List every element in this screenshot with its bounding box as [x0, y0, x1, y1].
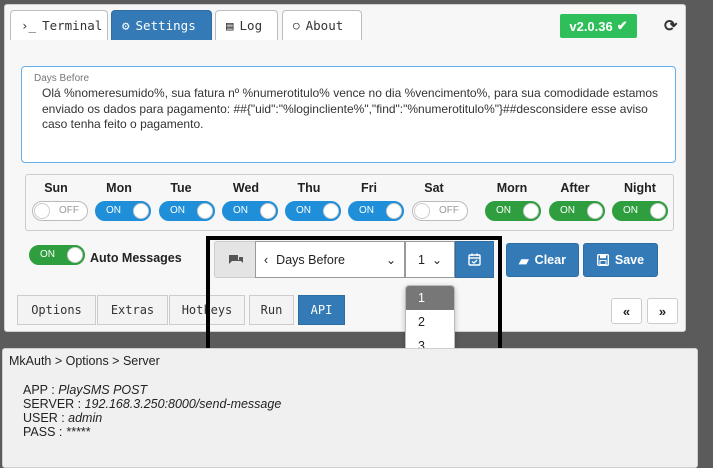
- toggle-after[interactable]: ON: [549, 201, 605, 221]
- period-label-after: After: [560, 181, 590, 195]
- app-row: APP : PlaySMS POST: [23, 383, 147, 398]
- tab-terminal-label: Terminal: [42, 18, 103, 33]
- comment-icon: ○: [293, 19, 300, 32]
- day-label-thu: Thu: [297, 181, 321, 195]
- tab-settings-label: Settings: [135, 18, 196, 33]
- toggle-knob: [323, 203, 339, 219]
- toggle-thu-state: ON: [296, 205, 311, 216]
- day-label-fri: Fri: [361, 181, 377, 195]
- message-textarea[interactable]: Days Before Olá %nomeresumido%, sua fatu…: [21, 66, 676, 163]
- save-label: Save: [614, 253, 645, 267]
- version-label: v2.0.36: [569, 18, 613, 34]
- toggle-knob: [650, 203, 666, 219]
- toggle-knob: [67, 247, 83, 263]
- toggle-knob: [133, 203, 149, 219]
- server-row: SERVER : 192.168.3.250:8000/send-message: [23, 397, 281, 412]
- terminal-icon: ›_: [21, 18, 37, 33]
- day-label-tue: Tue: [170, 181, 192, 195]
- toggle-knob: [197, 203, 213, 219]
- message-text: Olá %nomeresumido%, sua fatura nº %numer…: [42, 86, 659, 131]
- list-icon: ▤: [226, 18, 234, 33]
- toggle-morn[interactable]: ON: [485, 201, 541, 221]
- period-label-night: Night: [624, 181, 656, 195]
- toggle-wed[interactable]: ON: [222, 201, 278, 221]
- tab-about[interactable]: ○ About: [282, 10, 362, 40]
- app-key: APP :: [23, 383, 59, 397]
- eraser-icon: ▰: [519, 253, 529, 268]
- tab-options[interactable]: Options: [17, 295, 96, 325]
- tab-about-label: About: [305, 18, 344, 33]
- toggle-knob: [386, 203, 402, 219]
- toggle-night[interactable]: ON: [612, 201, 668, 221]
- toggle-wed-state: ON: [233, 205, 248, 216]
- toggle-sun[interactable]: OFF: [32, 201, 88, 221]
- toggle-thu[interactable]: ON: [285, 201, 341, 221]
- save-icon: [596, 254, 609, 266]
- tab-extras[interactable]: Extras: [97, 295, 168, 325]
- day-label-sat: Sat: [424, 181, 444, 195]
- toggle-knob: [414, 203, 430, 219]
- toggle-tue[interactable]: ON: [159, 201, 215, 221]
- breadcrumb: MkAuth > Options > Server: [9, 354, 160, 368]
- check-icon: ✔: [616, 18, 628, 33]
- server-value: 192.168.3.250:8000/send-message: [84, 397, 282, 411]
- toggle-knob: [260, 203, 276, 219]
- toggle-sat[interactable]: OFF: [412, 201, 468, 221]
- period-label-morn: Morn: [496, 181, 528, 195]
- day-label-sun: Sun: [44, 181, 68, 195]
- user-key: USER :: [23, 411, 69, 425]
- clear-button[interactable]: ▰ Clear: [506, 243, 579, 277]
- user-value: admin: [68, 411, 103, 425]
- auto-messages-state: ON: [40, 249, 55, 260]
- tab-settings[interactable]: ⚙ Settings: [111, 10, 212, 40]
- auto-messages-label: Auto Messages: [90, 251, 182, 265]
- auto-messages-toggle[interactable]: ON: [29, 245, 85, 265]
- toggle-mon[interactable]: ON: [95, 201, 151, 221]
- toggle-after-state: ON: [560, 205, 575, 216]
- clear-label: Clear: [534, 253, 566, 267]
- version-badge[interactable]: v2.0.36 ✔: [560, 14, 637, 38]
- app-value: PlaySMS POST: [58, 383, 148, 397]
- prev-page-button[interactable]: «: [611, 298, 642, 324]
- toggle-sun-state: OFF: [59, 205, 79, 216]
- day-label-mon: Mon: [106, 181, 132, 195]
- message-label: Days Before: [34, 73, 90, 84]
- pass-value: *****: [65, 425, 91, 439]
- toggle-night-state: ON: [623, 205, 638, 216]
- toggle-morn-state: ON: [496, 205, 511, 216]
- save-button[interactable]: Save: [583, 243, 658, 277]
- toggle-fri[interactable]: ON: [348, 201, 404, 221]
- toggle-knob: [34, 203, 50, 219]
- toggle-fri-state: ON: [359, 205, 374, 216]
- toggle-knob: [587, 203, 603, 219]
- cogs-icon: ⚙: [122, 18, 130, 33]
- refresh-icon[interactable]: ⟳: [664, 16, 677, 36]
- user-row: USER : admin: [23, 411, 102, 426]
- tab-log-label: Log: [239, 18, 263, 33]
- toggle-mon-state: ON: [106, 205, 121, 216]
- server-key: SERVER :: [23, 397, 85, 411]
- toggle-knob: [523, 203, 539, 219]
- tab-log[interactable]: ▤ Log: [215, 10, 278, 40]
- toggle-sat-state: OFF: [439, 205, 459, 216]
- next-page-button[interactable]: »: [647, 298, 678, 324]
- toggle-tue-state: ON: [170, 205, 185, 216]
- day-label-wed: Wed: [232, 181, 260, 195]
- pass-key: PASS :: [23, 425, 66, 439]
- tab-terminal[interactable]: ›_ Terminal: [10, 10, 108, 40]
- pass-row: PASS : *****: [23, 425, 90, 440]
